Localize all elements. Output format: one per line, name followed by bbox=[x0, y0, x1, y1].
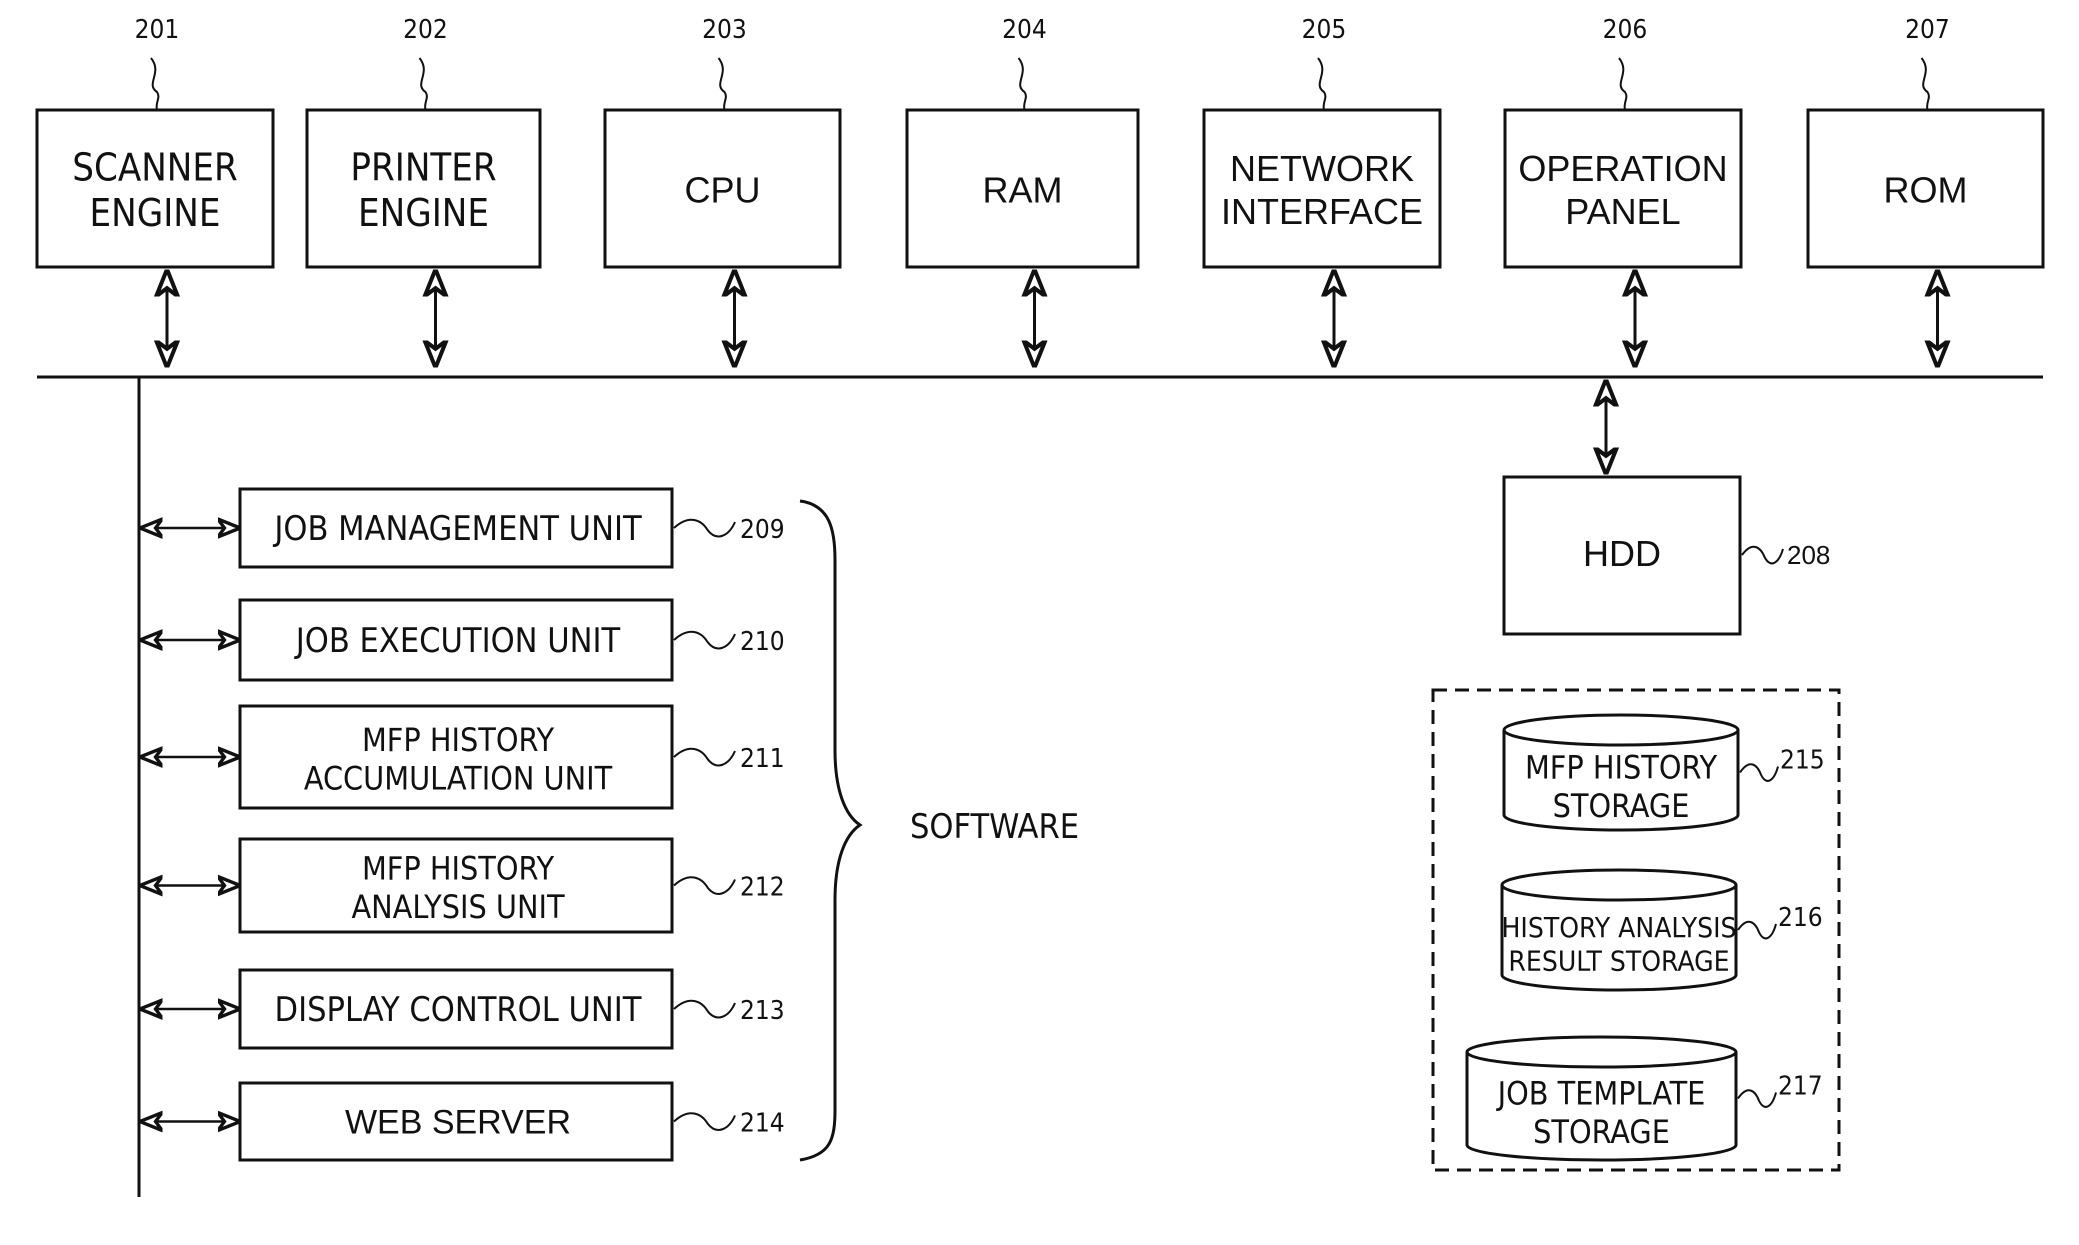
software-unit-214: WEB SERVER 214 bbox=[142, 1081, 785, 1162]
hardware-block-204: 204 RAM bbox=[905, 15, 1140, 365]
block-label-line: ENGINE bbox=[90, 191, 221, 235]
reference-number: 211 bbox=[740, 744, 785, 774]
storage-label-line: RESULT STORAGE bbox=[1508, 945, 1729, 978]
leader-line bbox=[1920, 57, 1930, 111]
hardware-block-208: HDD 208 bbox=[1502, 382, 1830, 636]
leader-line bbox=[1317, 57, 1327, 111]
block-label-line: NETWORK bbox=[1230, 148, 1414, 189]
block-label-line: INTERFACE bbox=[1221, 191, 1423, 232]
block-label-line: OPERATION bbox=[1518, 148, 1727, 189]
leader-line bbox=[673, 1112, 736, 1131]
software-unit-212: MFP HISTORYANALYSIS UNIT 212 bbox=[142, 837, 785, 934]
hardware-block-203: 203 CPU bbox=[603, 15, 842, 365]
unit-label-line: JOB MANAGEMENT UNIT bbox=[272, 509, 642, 549]
reference-number: 212 bbox=[740, 873, 785, 903]
cylinder-top bbox=[1465, 1035, 1738, 1069]
reference-number: 205 bbox=[1302, 15, 1347, 45]
leader-line bbox=[150, 57, 160, 111]
reference-number: 209 bbox=[740, 515, 785, 545]
storage-label-line: HISTORY ANALYSIS bbox=[1501, 911, 1736, 944]
leader-line bbox=[673, 999, 736, 1019]
reference-number: 206 bbox=[1603, 15, 1648, 45]
storage-217: JOB TEMPLATESTORAGE 217 bbox=[1465, 1035, 1823, 1162]
storage-label-line: STORAGE bbox=[1553, 787, 1690, 825]
reference-number: 201 bbox=[135, 15, 180, 45]
reference-number: 215 bbox=[1780, 746, 1825, 776]
leader-line bbox=[1017, 57, 1027, 111]
leader-line bbox=[1737, 920, 1777, 940]
software-unit-210: JOB EXECUTION UNIT 210 bbox=[142, 598, 785, 682]
reference-number: 217 bbox=[1778, 1072, 1823, 1102]
leader-line bbox=[673, 876, 736, 895]
software-unit-211: MFP HISTORYACCUMULATION UNIT 211 bbox=[142, 704, 785, 810]
hardware-block-202: 202 PRINTERENGINE bbox=[305, 15, 542, 365]
cylinder-top bbox=[1502, 713, 1740, 747]
leader-line bbox=[1618, 57, 1628, 111]
storage-label-line: MFP HISTORY bbox=[1525, 749, 1718, 787]
leader-line bbox=[1739, 763, 1779, 782]
reference-number: 202 bbox=[403, 15, 448, 45]
block-label-line: PRINTER bbox=[350, 146, 496, 190]
leader-line bbox=[418, 57, 428, 111]
reference-number: 210 bbox=[740, 627, 785, 657]
hardware-block-207: 207 ROM bbox=[1806, 15, 2045, 365]
block-label-line: PANEL bbox=[1565, 191, 1680, 232]
hardware-block-201: 201 SCANNERENGINE bbox=[35, 15, 275, 365]
leader-line bbox=[717, 57, 727, 111]
leader-line bbox=[1737, 1089, 1777, 1108]
block-label-line: ENGINE bbox=[358, 191, 489, 235]
software-brace bbox=[799, 499, 863, 1162]
storage-label-line: STORAGE bbox=[1533, 1113, 1670, 1151]
storage-216: HISTORY ANALYSISRESULT STORAGE 216 bbox=[1500, 868, 1823, 992]
cylinder-top bbox=[1500, 868, 1738, 902]
reference-number: 204 bbox=[1002, 15, 1047, 45]
reference-number: 208 bbox=[1787, 540, 1830, 570]
block-label-line: CPU bbox=[684, 170, 760, 211]
leader-line bbox=[1741, 545, 1784, 565]
unit-label-line: JOB EXECUTION UNIT bbox=[294, 621, 621, 661]
block-label-line: SCANNER bbox=[72, 146, 237, 190]
unit-label-line: ACCUMULATION UNIT bbox=[304, 759, 613, 797]
software-label: SOFTWARE bbox=[910, 807, 1079, 847]
mfp-block-diagram: 201SCANNERENGINE202PRINTERENGINE203CPU20… bbox=[35, 15, 2045, 1197]
reference-number: 207 bbox=[1905, 15, 1950, 45]
storage-label-line: JOB TEMPLATE bbox=[1496, 1075, 1706, 1113]
leader-line bbox=[673, 630, 736, 650]
software-unit-213: DISPLAY CONTROL UNIT 213 bbox=[142, 968, 785, 1050]
reference-number: 216 bbox=[1778, 903, 1823, 933]
hardware-block-205: 205 NETWORKINTERFACE bbox=[1202, 15, 1442, 365]
leader-line bbox=[673, 747, 736, 767]
software-unit-209: JOB MANAGEMENT UNIT 209 bbox=[142, 487, 785, 569]
block-label: HDD bbox=[1583, 533, 1661, 574]
reference-number: 214 bbox=[740, 1109, 785, 1139]
unit-label-line: MFP HISTORY bbox=[362, 721, 555, 759]
unit-label-line: ANALYSIS UNIT bbox=[351, 888, 565, 926]
hardware-block-206: 206 OPERATIONPANEL bbox=[1503, 15, 1743, 365]
block-label-line: RAM bbox=[983, 170, 1063, 211]
unit-label-line: WEB SERVER bbox=[345, 1103, 571, 1141]
leader-line bbox=[673, 518, 736, 538]
reference-number: 203 bbox=[702, 15, 747, 45]
storage-215: MFP HISTORYSTORAGE 215 bbox=[1502, 713, 1825, 832]
unit-label-line: DISPLAY CONTROL UNIT bbox=[275, 990, 642, 1030]
unit-label-line: MFP HISTORY bbox=[362, 850, 555, 888]
reference-number: 213 bbox=[740, 996, 785, 1026]
block-label-line: ROM bbox=[1884, 170, 1968, 211]
